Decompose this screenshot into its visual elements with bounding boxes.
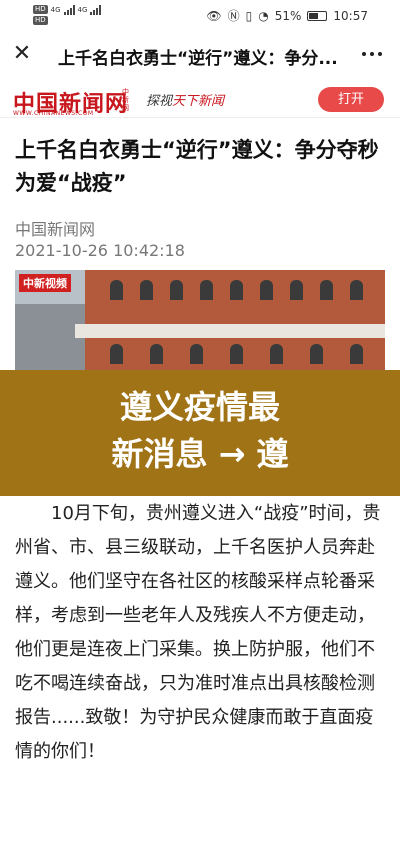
brand-bar: 中国新闻网 WWW.CHINANEWS.COM 中新网 探视天下新闻 打开 <box>0 80 400 118</box>
nfc-icon: Ⓝ <box>227 9 240 23</box>
wifi-icon: ◔ <box>258 8 269 23</box>
nav-title: 上千名白衣勇士“逆行”遵义：争分... <box>58 49 338 69</box>
sim-indicators: HD HD <box>33 5 48 25</box>
logo-url: WWW.CHINANEWS.COM <box>13 110 94 117</box>
thumbnail-window <box>290 280 303 300</box>
signal-icon-2 <box>90 5 102 15</box>
signal-icon <box>63 5 75 15</box>
vibrate-icon: ▯ <box>245 8 253 23</box>
thumbnail-window <box>140 280 153 300</box>
eye-icon: 👁 <box>206 8 222 23</box>
banner-line-1: 遵义疫情最 <box>119 388 280 426</box>
thumbnail-window <box>200 280 213 300</box>
thumbnail-window <box>110 280 123 300</box>
thumbnail-window <box>320 280 333 300</box>
logo-vertical-text: 中新网 <box>122 88 129 112</box>
open-app-button[interactable]: 打开 <box>318 87 384 112</box>
thumbnail-window <box>190 344 203 364</box>
thumbnail-window <box>170 280 183 300</box>
net1-label: 4G <box>50 6 61 14</box>
thumbnail-window <box>230 280 243 300</box>
video-badge: 中新视频 <box>19 274 71 292</box>
banner-line-2: 新消息 → 遵 <box>111 435 289 473</box>
net2-label: 4G <box>77 6 88 14</box>
thumbnail-floor-band <box>75 324 385 338</box>
thumbnail-window <box>260 280 273 300</box>
brand-slogan: 探视天下新闻 <box>146 90 224 109</box>
thumbnail-window <box>270 344 283 364</box>
slogan-prefix: 探视 <box>146 94 173 109</box>
video-thumbnail[interactable]: 中新视频 <box>15 270 385 370</box>
status-left: HD HD 4G 4G <box>33 5 102 25</box>
article-datetime: 2021-10-26 10:42:18 <box>15 241 185 260</box>
more-options-icon[interactable] <box>358 40 386 68</box>
article-body: 10月下旬，贵州遵义进入“战疫”时间，贵州省、市、县三级联动，上千名医护人员奔赴… <box>15 503 381 762</box>
article-source[interactable]: 中国新闻网 <box>15 216 95 240</box>
status-bar: HD HD 4G 4G 👁 Ⓝ ▯ ◔ 51% 10:57 <box>0 0 400 30</box>
thumbnail-window <box>230 344 243 364</box>
nav-bar: ✕ 上千名白衣勇士“逆行”遵义：争分... <box>0 36 400 76</box>
sim1-hd-badge: HD <box>33 5 48 14</box>
thumbnail-window <box>350 344 363 364</box>
article-headline: 上千名白衣勇士“逆行”遵义：争分夺秒为爱“战疫” <box>15 138 379 195</box>
thumbnail-window <box>150 344 163 364</box>
status-right: 👁 Ⓝ ▯ ◔ 51% 10:57 <box>206 7 368 24</box>
thumbnail-window <box>310 344 323 364</box>
sim2-hd-badge: HD <box>33 16 48 25</box>
overlay-banner[interactable]: 遵义疫情最 新消息 → 遵 <box>0 370 400 496</box>
close-icon[interactable]: ✕ <box>8 40 36 68</box>
thumbnail-window <box>110 344 123 364</box>
clock: 10:57 <box>333 8 368 23</box>
thumbnail-window <box>350 280 363 300</box>
battery-percent: 51% <box>274 8 302 23</box>
slogan-highlight: 天下新闻 <box>172 94 225 109</box>
battery-icon <box>307 10 328 21</box>
